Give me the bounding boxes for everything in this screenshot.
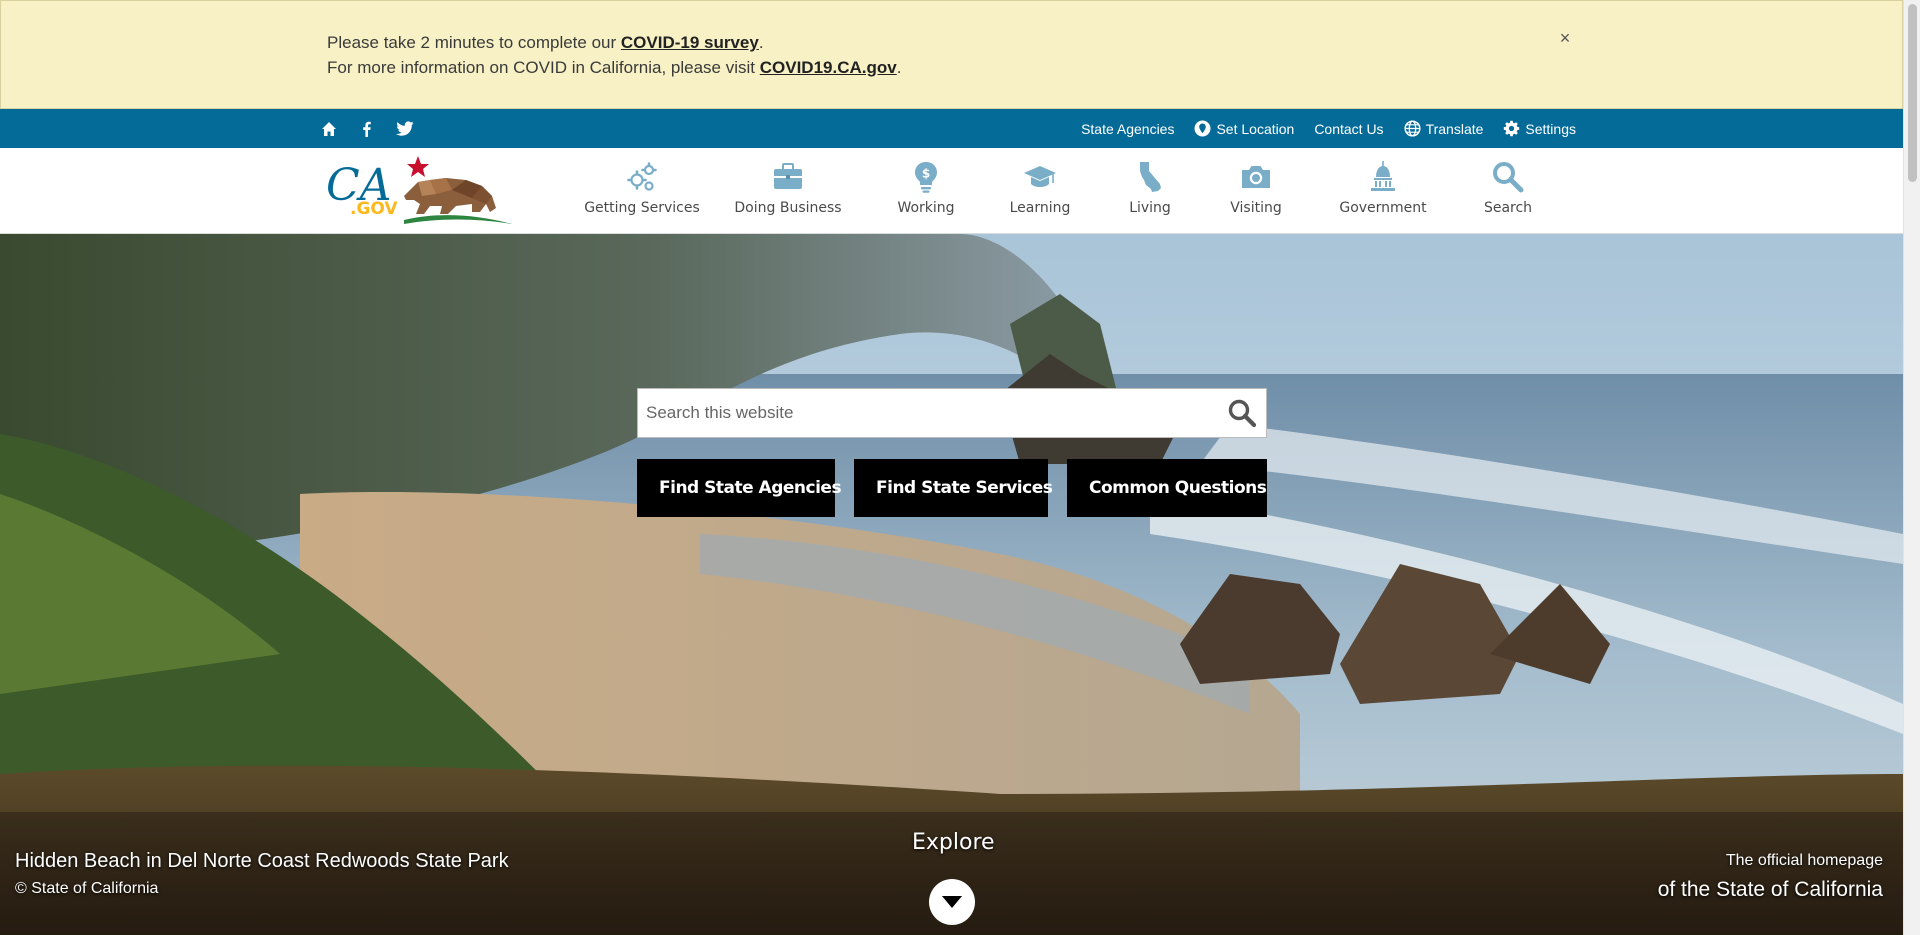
scrollbar-thumb[interactable] — [1908, 4, 1917, 182]
location-icon — [1194, 120, 1211, 137]
nav-visiting-label: Visiting — [1230, 200, 1282, 216]
common-questions-button[interactable]: Common Questions — [1067, 459, 1267, 517]
nav-search-label: Search — [1483, 200, 1533, 216]
contact-us-label: Contact Us — [1314, 120, 1384, 137]
capitol-icon — [1371, 161, 1395, 191]
svg-text:$: $ — [922, 167, 930, 181]
utility-links: State Agencies Set Location Contact Us T… — [1081, 109, 1576, 148]
utility-bar: State Agencies Set Location Contact Us T… — [0, 109, 1903, 148]
settings-label: Settings — [1525, 120, 1576, 137]
star-icon — [407, 156, 429, 177]
gear-icon — [1504, 120, 1520, 137]
official-homepage-line2: of the State of California — [1657, 878, 1883, 901]
search-input[interactable] — [638, 389, 1218, 437]
explore-label: Explore — [912, 830, 995, 855]
nav-learning-label: Learning — [1009, 200, 1071, 216]
graduation-cap-icon — [1024, 166, 1056, 187]
site-search-box — [637, 388, 1267, 438]
lightbulb-dollar-icon: $ — [915, 162, 937, 193]
quick-links: Find State Agencies Find State Services … — [637, 459, 1267, 517]
main-navigation: Getting Services Doing Business $ Workin… — [580, 148, 1562, 234]
nav-getting-services[interactable]: Getting Services — [580, 148, 704, 234]
find-state-agencies-label: Find State Agencies — [659, 478, 842, 498]
briefcase-icon — [774, 163, 802, 189]
contact-us-link[interactable]: Contact Us — [1314, 121, 1383, 137]
state-agencies-link[interactable]: State Agencies — [1081, 121, 1174, 137]
chevron-down-icon — [942, 896, 962, 908]
search-icon — [1228, 399, 1257, 428]
bear-icon — [404, 178, 496, 214]
camera-icon — [1242, 166, 1270, 188]
translate-link[interactable]: Translate — [1404, 120, 1484, 137]
nav-search[interactable]: Search — [1454, 148, 1562, 234]
covid-survey-link[interactable]: COVID-19 survey — [621, 33, 759, 52]
find-state-services-button[interactable]: Find State Services — [854, 459, 1053, 517]
social-links — [320, 109, 414, 148]
alert-message: Please take 2 minutes to complete our CO… — [327, 30, 901, 80]
set-location-link[interactable]: Set Location — [1194, 120, 1294, 137]
state-agencies-label: State Agencies — [1081, 120, 1175, 137]
nav-doing-business[interactable]: Doing Business — [704, 148, 872, 234]
home-icon[interactable] — [320, 120, 338, 138]
nav-living[interactable]: Living — [1100, 148, 1200, 234]
nav-government[interactable]: Government — [1312, 148, 1454, 234]
globe-icon — [1404, 120, 1421, 137]
nav-visiting[interactable]: Visiting — [1200, 148, 1312, 234]
search-icon — [1493, 162, 1524, 193]
find-state-agencies-button[interactable]: Find State Agencies — [637, 459, 842, 517]
translate-label: Translate — [1425, 120, 1484, 137]
nav-getting-services-label: Getting Services — [584, 200, 700, 216]
close-alert-button[interactable]: × — [1557, 29, 1573, 47]
page-scrollbar[interactable] — [1903, 0, 1920, 935]
logo-gov-text: .GOV — [350, 199, 398, 219]
nav-doing-business-label: Doing Business — [734, 200, 842, 216]
covid19-ca-gov-link[interactable]: COVID19.CA.gov — [760, 58, 897, 77]
alert-line2-prefix: For more information on COVID in Califor… — [327, 58, 760, 77]
california-icon — [1140, 162, 1161, 192]
alert-line1-prefix: Please take 2 minutes to complete our — [327, 33, 621, 52]
photo-credit: © State of California — [15, 880, 159, 897]
gears-icon — [627, 162, 657, 191]
alert-line2-suffix: . — [896, 58, 902, 77]
settings-link[interactable]: Settings — [1503, 120, 1576, 137]
alert-banner: Please take 2 minutes to complete our CO… — [0, 0, 1903, 109]
facebook-icon[interactable] — [358, 120, 376, 138]
photo-title: Hidden Beach in Del Norte Coast Redwoods… — [15, 850, 509, 872]
search-submit-button[interactable] — [1218, 389, 1266, 437]
nav-living-label: Living — [1129, 200, 1171, 216]
common-questions-label: Common Questions — [1089, 478, 1267, 498]
ca-gov-logo[interactable]: CA .GOV — [326, 156, 512, 228]
grass-swoosh-icon — [404, 215, 512, 224]
nav-working[interactable]: $ Working — [872, 148, 980, 234]
alert-line1-suffix: . — [758, 33, 764, 52]
find-state-services-label: Find State Services — [876, 478, 1053, 498]
explore-scroll-button[interactable] — [929, 879, 975, 925]
nav-learning[interactable]: Learning — [980, 148, 1100, 234]
nav-government-label: Government — [1339, 200, 1427, 216]
nav-working-label: Working — [897, 200, 955, 216]
set-location-label: Set Location — [1216, 120, 1295, 137]
twitter-icon[interactable] — [396, 120, 414, 138]
hero-section: Find State Agencies Find State Services … — [0, 234, 1903, 935]
official-homepage-line1: The official homepage — [1725, 852, 1883, 869]
site-header: CA .GOV Getting Services Doing Business … — [0, 148, 1903, 234]
